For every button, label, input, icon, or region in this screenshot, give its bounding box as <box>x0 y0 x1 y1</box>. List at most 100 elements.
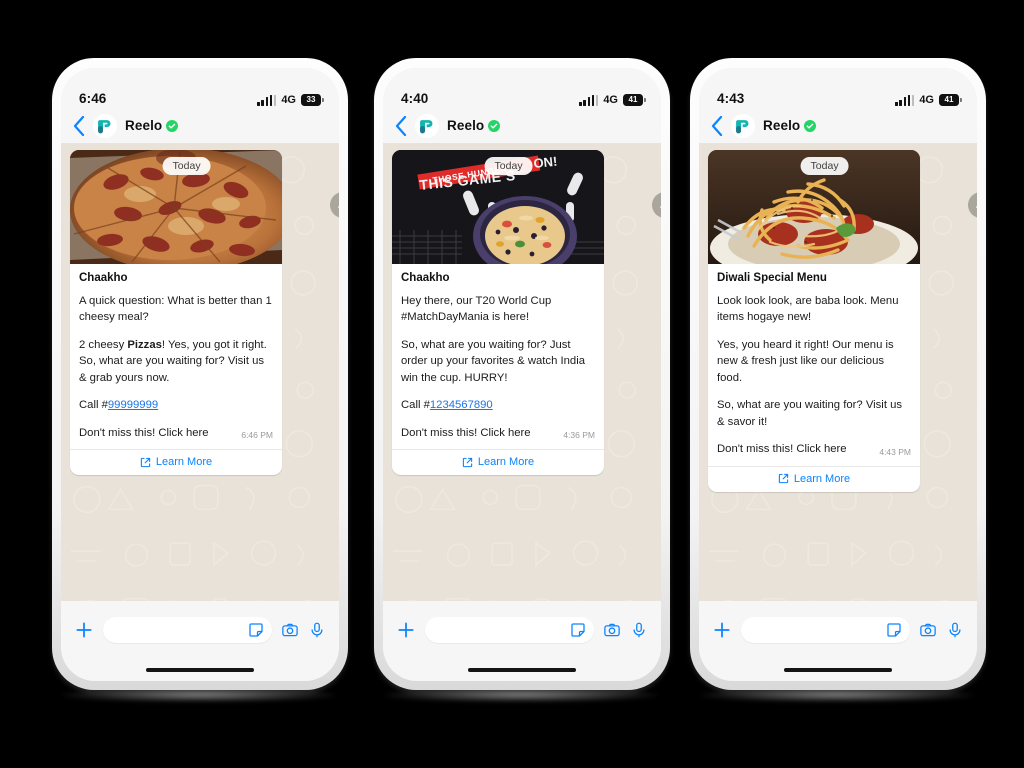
sticker-icon[interactable] <box>247 621 265 639</box>
message-paragraph-2: So, what are you waiting for? Just order… <box>401 338 585 384</box>
phone-number-link[interactable]: 99999999 <box>108 399 158 411</box>
learn-more-label: Learn More <box>155 456 213 469</box>
message-timestamp: 4:43 PM <box>879 446 911 457</box>
external-link-icon <box>778 474 789 484</box>
network-label: 4G <box>281 94 296 106</box>
message-bubble[interactable]: Today Chaakho A quick question: What is … <box>70 150 282 476</box>
back-icon[interactable] <box>73 115 85 136</box>
message-image-matchday-chalkboard-pizza[interactable]: THOSE HUNGER THIS GAME S ON! Today <box>392 150 604 264</box>
status-time: 4:40 <box>401 91 429 106</box>
sticker-icon[interactable] <box>569 621 587 639</box>
phone-2: 4:40 4G 41 Reelo THOSE HUNGER THIS GAME … <box>374 58 670 690</box>
chat-header: Reelo <box>699 110 977 144</box>
date-pill: Today <box>162 157 211 175</box>
battery-icon: 33 <box>301 94 324 106</box>
status-time: 4:43 <box>717 91 745 106</box>
status-indicators: 4G 33 <box>257 94 324 106</box>
home-indicator[interactable] <box>468 668 576 672</box>
avatar[interactable] <box>731 113 755 138</box>
message-footer-line: Don't miss this! Click here 4:43 PM <box>717 441 911 461</box>
home-indicator[interactable] <box>784 668 892 672</box>
phone-number-link[interactable]: 1234567890 <box>430 399 493 411</box>
message-input-bar <box>61 601 339 659</box>
phone-shadow <box>700 688 974 702</box>
message-call-line: Call #1234567890 <box>401 397 595 413</box>
learn-more-button[interactable]: Learn More <box>708 465 920 492</box>
microphone-icon[interactable] <box>630 621 648 639</box>
reelo-logo-icon <box>420 119 433 133</box>
home-indicator[interactable] <box>146 668 254 672</box>
message-paragraph-3: So, what are you waiting for? Visit us &… <box>717 399 903 428</box>
phone-2-screen: 4:40 4G 41 Reelo THOSE HUNGER THIS GAME … <box>383 68 661 681</box>
avatar[interactable] <box>415 113 439 138</box>
message-timestamp: 4:36 PM <box>563 430 595 441</box>
status-indicators: 4G 41 <box>895 94 962 106</box>
message-content: Diwali Special Menu Look look look, are … <box>708 264 920 466</box>
phone-1-screen: 6:46 4G 33 Reelo Today Chaakho A quick q… <box>61 68 339 681</box>
verified-badge-icon <box>804 119 817 132</box>
date-pill: Today <box>484 157 533 175</box>
battery-icon: 41 <box>623 94 646 106</box>
home-indicator-area <box>383 659 661 681</box>
learn-more-button[interactable]: Learn More <box>70 449 282 475</box>
attach-plus-icon[interactable] <box>74 620 94 640</box>
message-row: Today Diwali Special Menu Look look look… <box>708 150 977 492</box>
phone-3: 4:43 4G 41 Reelo Today Diwali Special Me… <box>690 58 986 690</box>
external-link-icon <box>462 457 473 467</box>
message-image-spaghetti-pasta[interactable]: Today <box>708 150 920 264</box>
chat-body: Today Diwali Special Menu Look look look… <box>699 144 977 601</box>
contact-name-wrap[interactable]: Reelo <box>763 118 817 133</box>
signal-bars-icon <box>257 94 277 106</box>
message-call-line: Call #99999999 <box>79 397 273 413</box>
avatar[interactable] <box>93 113 117 138</box>
call-prefix: Call # <box>401 399 430 412</box>
phone-shadow <box>62 688 336 702</box>
date-pill: Today <box>800 157 849 175</box>
contact-name: Reelo <box>763 118 801 133</box>
status-bar: 4:40 4G 41 <box>383 68 661 110</box>
message-title: Diwali Special Menu <box>717 272 827 284</box>
phone-shadow <box>384 688 658 702</box>
chat-body: Today Chaakho A quick question: What is … <box>61 144 339 601</box>
message-closing: Don't miss this! Click here <box>717 443 847 456</box>
learn-more-button[interactable]: Learn More <box>392 449 604 475</box>
signal-bars-icon <box>895 94 915 106</box>
message-bubble[interactable]: Today Diwali Special Menu Look look look… <box>708 150 920 492</box>
back-icon[interactable] <box>711 115 723 136</box>
message-title: Chaakho <box>401 272 450 284</box>
microphone-icon[interactable] <box>946 621 964 639</box>
message-bubble[interactable]: THOSE HUNGER THIS GAME S ON! Today Chaak… <box>392 150 604 476</box>
camera-icon[interactable] <box>603 621 621 639</box>
battery-icon: 41 <box>939 94 962 106</box>
message-paragraph-1: A quick question: What is better than 1 … <box>79 295 272 324</box>
microphone-icon[interactable] <box>308 621 326 639</box>
message-text-field[interactable] <box>741 617 910 643</box>
message-input-bar <box>383 601 661 659</box>
sticker-icon[interactable] <box>885 621 903 639</box>
contact-name: Reelo <box>125 118 163 133</box>
forward-arrow-icon <box>660 205 661 209</box>
back-icon[interactable] <box>395 115 407 136</box>
message-title: Chaakho <box>79 272 128 284</box>
chat-header: Reelo <box>383 110 661 144</box>
message-image-pepperoni-pizza[interactable]: Today <box>70 150 282 264</box>
status-bar: 4:43 4G 41 <box>699 68 977 110</box>
network-label: 4G <box>603 94 618 106</box>
contact-name-wrap[interactable]: Reelo <box>125 118 179 133</box>
attach-plus-icon[interactable] <box>712 620 732 640</box>
camera-icon[interactable] <box>919 621 937 639</box>
chat-body: THOSE HUNGER THIS GAME S ON! Today Chaak… <box>383 144 661 601</box>
reelo-logo-icon <box>98 119 111 133</box>
message-footer-line: Don't miss this! Click here 6:46 PM <box>79 425 273 445</box>
contact-name-wrap[interactable]: Reelo <box>447 118 501 133</box>
camera-icon[interactable] <box>281 621 299 639</box>
message-text-field[interactable] <box>425 617 594 643</box>
attach-plus-icon[interactable] <box>396 620 416 640</box>
message-paragraph-1: Look look look, are baba look. Menu item… <box>717 295 899 324</box>
forward-arrow-icon <box>338 205 339 209</box>
call-prefix: Call # <box>79 399 108 412</box>
message-text-field[interactable] <box>103 617 272 643</box>
learn-more-label: Learn More <box>477 456 535 469</box>
home-indicator-area <box>61 659 339 681</box>
message-footer-line: Don't miss this! Click here 4:36 PM <box>401 425 595 445</box>
